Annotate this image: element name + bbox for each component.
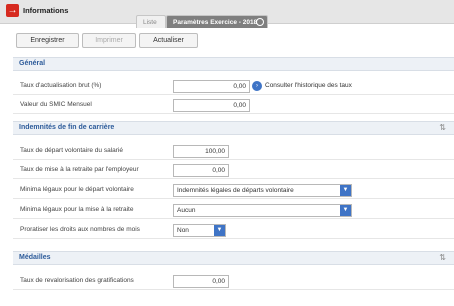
section-indemnites-header: Indemnités de fin de carrière ⇅ xyxy=(13,121,454,135)
row-taux-actualisation: Taux d'actualisation brut (%) 0,00 › Con… xyxy=(13,78,454,95)
field-label: Taux de départ volontaire du salarié xyxy=(20,147,123,154)
taux-depart-input[interactable]: 100,00 xyxy=(173,145,229,158)
row-minima-retraite: Minima légaux pour la mise à la retraite… xyxy=(13,202,454,219)
smic-input[interactable]: 0,00 xyxy=(173,99,250,112)
field-label: Taux d'actualisation brut (%) xyxy=(20,82,102,89)
selected-value: Non xyxy=(177,227,189,234)
history-link[interactable]: Consulter l'historique des taux xyxy=(265,82,352,89)
chevron-down-icon[interactable]: ▼ xyxy=(340,205,351,216)
collapse-icon[interactable]: ⇅ xyxy=(439,122,446,134)
section-general-header: Général xyxy=(13,57,454,71)
minima-retraite-select[interactable]: Aucun ▼ xyxy=(173,204,352,217)
row-taux-revalorisation: Taux de revalorisation des gratification… xyxy=(13,273,454,290)
chevron-down-icon[interactable]: ▼ xyxy=(340,185,351,196)
section-title: Médailles xyxy=(19,254,51,261)
save-button[interactable]: Enregistrer xyxy=(16,33,79,48)
refresh-button[interactable]: Actualiser xyxy=(139,33,198,48)
section-medailles-header: Médailles ⇅ xyxy=(13,251,454,265)
minima-depart-select[interactable]: Indemnités légales de départs volontaire… xyxy=(173,184,352,197)
window-title: Informations xyxy=(23,6,69,15)
taux-actualisation-input[interactable]: 0,00 xyxy=(173,80,250,93)
row-taux-mise-retraite: Taux de mise à la retraite par l'employe… xyxy=(13,162,454,179)
tab-label: Paramètres Exercice - 2018 xyxy=(173,19,258,26)
taux-revalorisation-input[interactable]: 0,00 xyxy=(173,275,229,288)
toolbar: Enregistrer Imprimer Actualiser xyxy=(0,33,454,51)
selected-value: Aucun xyxy=(177,207,196,214)
field-label: Minima légaux pour la mise à la retraite xyxy=(20,206,134,213)
row-smic: Valeur du SMIC Mensuel 0,00 xyxy=(13,97,454,114)
app-logo-icon: → xyxy=(6,4,19,17)
taux-mise-retraite-input[interactable]: 0,00 xyxy=(173,164,229,177)
field-label: Taux de revalorisation des gratification… xyxy=(20,277,134,284)
field-label: Taux de mise à la retraite par l'employe… xyxy=(20,166,139,173)
row-proratiser: Proratiser les droits aux nombres de moi… xyxy=(13,222,454,239)
close-tab-icon[interactable] xyxy=(256,18,264,26)
row-minima-depart: Minima légaux pour le départ volontaire … xyxy=(13,182,454,199)
collapse-icon[interactable]: ⇅ xyxy=(439,252,446,264)
tab-parametres-exercice[interactable]: Paramètres Exercice - 2018 xyxy=(166,15,268,28)
window-titlebar: → Informations Liste Paramètres Exercice… xyxy=(0,0,454,28)
row-taux-depart: Taux de départ volontaire du salarié 100… xyxy=(13,143,454,160)
field-label: Proratiser les droits aux nombres de moi… xyxy=(20,226,140,233)
section-title: Indemnités de fin de carrière xyxy=(19,124,115,131)
field-label: Valeur du SMIC Mensuel xyxy=(20,101,92,108)
tab-liste[interactable]: Liste xyxy=(136,15,166,28)
field-label: Minima légaux pour le départ volontaire xyxy=(20,186,134,193)
section-title: Général xyxy=(19,60,46,67)
selected-value: Indemnités légales de départs volontaire xyxy=(177,187,294,194)
print-button[interactable]: Imprimer xyxy=(82,33,136,48)
proratiser-select[interactable]: Non ▼ xyxy=(173,224,226,237)
arrow-right-icon[interactable]: › xyxy=(252,81,262,91)
chevron-down-icon[interactable]: ▼ xyxy=(214,225,225,236)
